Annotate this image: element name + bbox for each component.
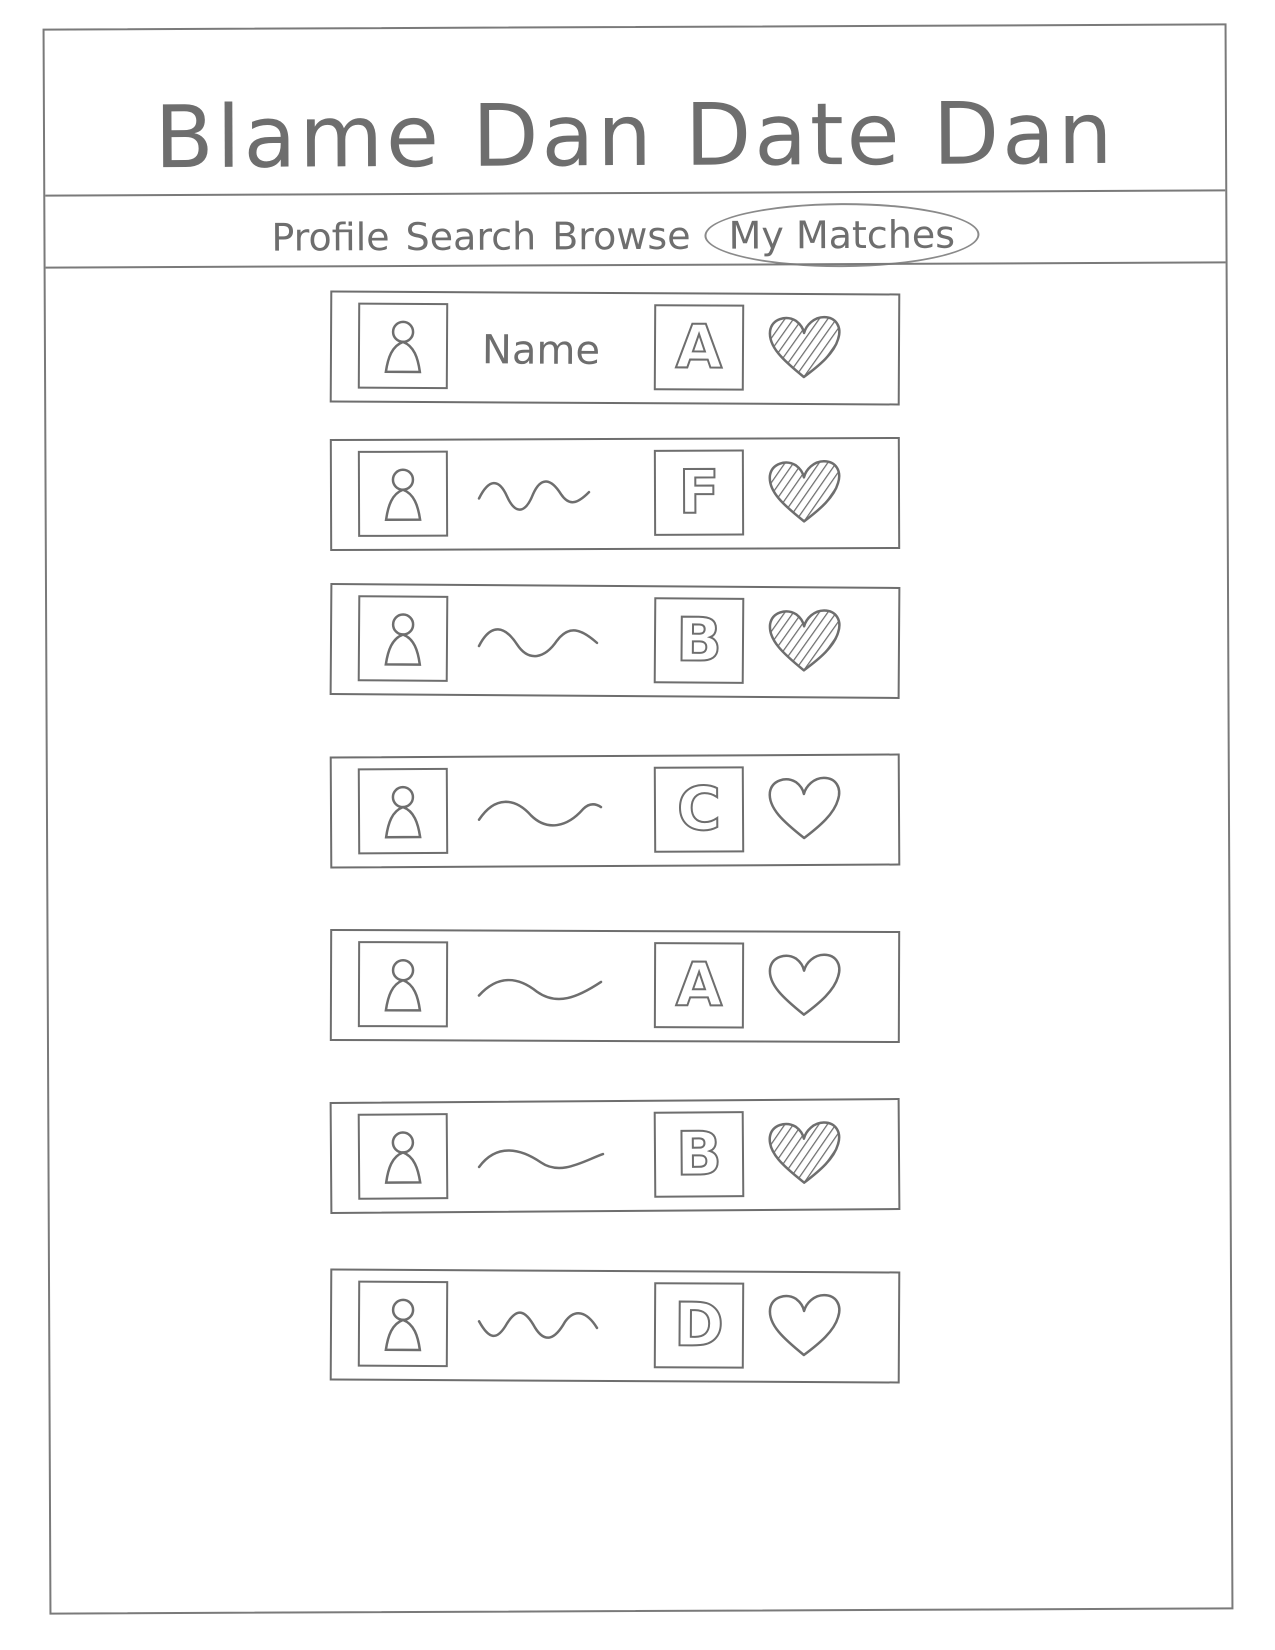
heart-filled-icon[interactable] [764, 455, 844, 527]
compatibility-grade-badge: A [653, 304, 745, 391]
match-card[interactable]: C [329, 753, 901, 869]
nav-item-search[interactable]: Search [404, 214, 539, 259]
app-title: Blame Dan Date Dan [154, 83, 1116, 189]
header-divider [45, 189, 1226, 197]
avatar-placeholder-icon[interactable] [357, 302, 449, 390]
main-nav: Profile Search Browse My Matches [269, 202, 980, 270]
nav-item-my-matches[interactable]: My Matches [704, 202, 980, 268]
avatar-placeholder-icon[interactable] [357, 941, 449, 1028]
match-name[interactable]: Name [482, 327, 600, 374]
avatar-placeholder-icon[interactable] [357, 767, 449, 855]
name-placeholder-squiggle [477, 628, 599, 658]
compatibility-grade-badge: B [653, 597, 745, 684]
compatibility-grade-badge: F [653, 449, 745, 536]
avatar-placeholder-icon[interactable] [357, 450, 449, 537]
heart-filled-icon[interactable] [764, 1116, 845, 1189]
heart-filled-icon[interactable] [764, 311, 844, 383]
name-placeholder-squiggle [477, 1149, 605, 1170]
heart-outline-icon[interactable] [764, 1289, 844, 1361]
name-placeholder-squiggle [477, 480, 591, 511]
compatibility-grade-badge: A [653, 942, 745, 1029]
heart-outline-icon[interactable] [764, 772, 844, 844]
match-card[interactable]: Name A [329, 290, 901, 406]
avatar-placeholder-icon[interactable] [357, 1113, 449, 1200]
compatibility-grade-badge: C [653, 766, 745, 853]
compatibility-grade-badge: D [653, 1282, 745, 1369]
match-card[interactable]: D [329, 1268, 901, 1384]
avatar-placeholder-icon[interactable] [357, 595, 449, 682]
heart-filled-icon[interactable] [764, 604, 845, 677]
match-card[interactable]: B [329, 583, 901, 699]
nav-item-profile[interactable]: Profile [269, 215, 391, 260]
match-card[interactable]: A [329, 929, 901, 1043]
name-placeholder-squiggle [477, 978, 603, 1001]
match-card[interactable]: B [329, 1098, 901, 1214]
avatar-placeholder-icon[interactable] [357, 1280, 449, 1368]
name-placeholder-squiggle [477, 800, 603, 827]
match-card[interactable]: F [329, 437, 901, 551]
nav-item-browse[interactable]: Browse [550, 214, 693, 259]
heart-outline-icon[interactable] [764, 949, 844, 1021]
compatibility-grade-badge: B [653, 1111, 745, 1198]
name-placeholder-squiggle [477, 1311, 599, 1339]
